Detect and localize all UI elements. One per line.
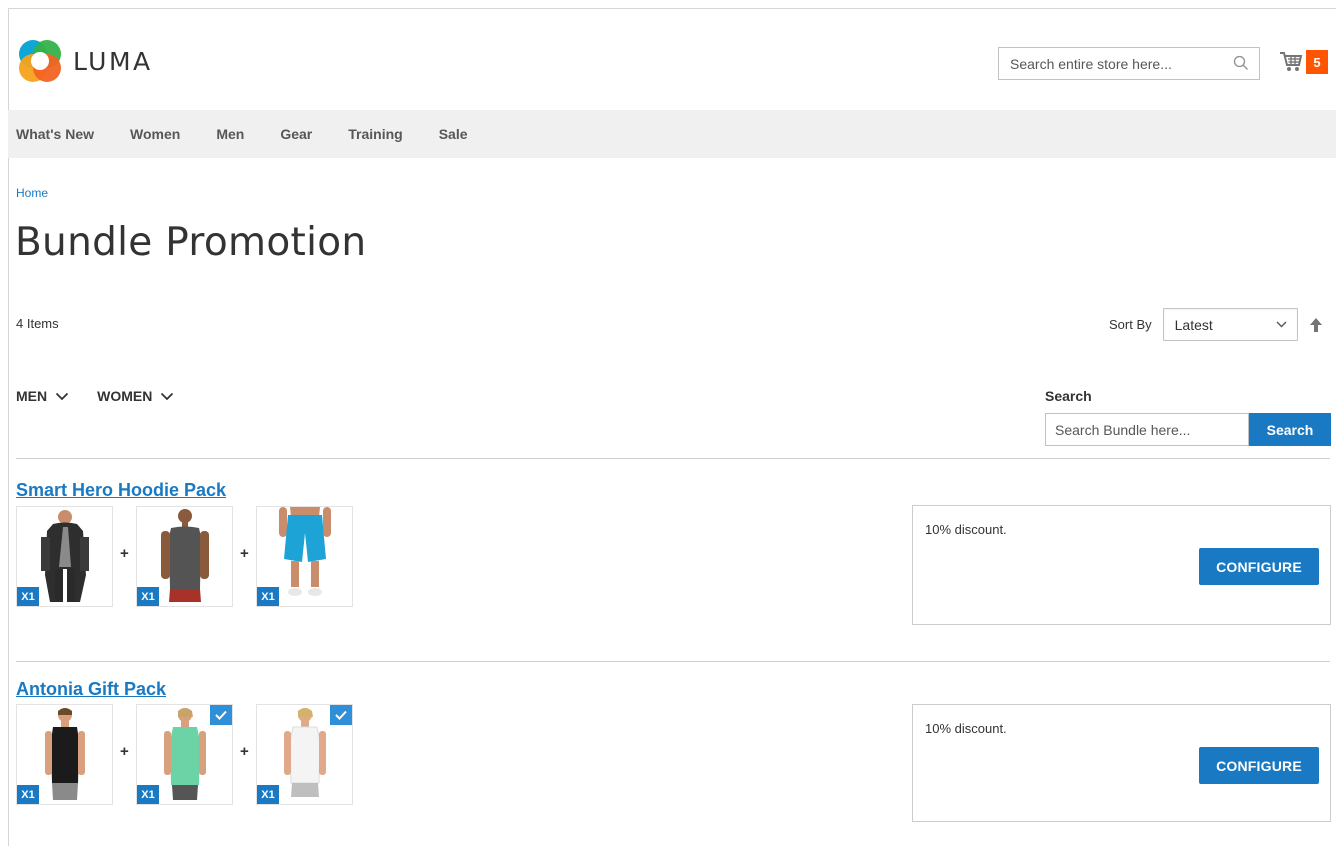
search-icon[interactable] [1233, 55, 1249, 71]
sort-direction-arrow-icon[interactable] [1309, 317, 1323, 333]
nav-item-gear[interactable]: Gear [280, 126, 312, 142]
configure-button[interactable]: CONFIGURE [1199, 548, 1319, 585]
bundle-promo-box: 10% discount. CONFIGURE [912, 505, 1331, 625]
quantity-badge: X1 [257, 587, 279, 606]
nav-item-sale[interactable]: Sale [439, 126, 468, 142]
breadcrumb-home[interactable]: Home [16, 186, 48, 200]
divider [16, 661, 1330, 662]
bundle-product-image[interactable]: X1 [16, 704, 113, 805]
checkmark-icon [335, 710, 347, 720]
chevron-down-icon [161, 392, 174, 400]
quantity-badge: X1 [17, 785, 39, 804]
store-logo[interactable]: LUMA [16, 37, 153, 85]
bundle-product-image[interactable]: X1 [16, 506, 113, 607]
selected-check-badge[interactable] [210, 705, 232, 725]
checkmark-icon [215, 710, 227, 720]
chevron-down-icon [55, 392, 69, 400]
bundle-title-link[interactable]: Antonia Gift Pack [16, 679, 166, 700]
minicart[interactable]: 5 [1279, 50, 1328, 74]
nav-item-training[interactable]: Training [348, 126, 402, 142]
bundle-product-image[interactable]: X1 [256, 704, 353, 805]
sort-selected-value: Latest [1174, 316, 1213, 333]
promo-text: 10% discount. [925, 721, 1007, 736]
nav-item-whats-new[interactable]: What's New [16, 126, 94, 142]
main-navigation: What's New Women Men Gear Training Sale [8, 110, 1336, 158]
quantity-badge: X1 [137, 587, 159, 606]
store-search [998, 47, 1260, 80]
bundle-product-image[interactable]: X1 [136, 506, 233, 607]
plus-icon: + [120, 545, 129, 562]
brand-name: LUMA [73, 46, 153, 76]
quantity-badge: X1 [257, 785, 279, 804]
configure-button[interactable]: CONFIGURE [1199, 747, 1319, 784]
plus-icon: + [240, 545, 249, 562]
nav-item-men[interactable]: Men [216, 126, 244, 142]
store-search-input[interactable] [1010, 55, 1220, 72]
quantity-badge: X1 [137, 785, 159, 804]
nav-item-women[interactable]: Women [130, 126, 180, 142]
plus-icon: + [120, 743, 129, 760]
filter-men[interactable]: MEN [16, 388, 69, 404]
filter-bar: MEN WOMEN [16, 388, 202, 404]
bundle-search-button[interactable]: Search [1249, 413, 1331, 446]
bundle-search: Search Search [1045, 388, 1331, 446]
items-count: 4 Items [16, 316, 59, 331]
bundle-product-image[interactable]: X1 [136, 704, 233, 805]
bundle-title-link[interactable]: Smart Hero Hoodie Pack [16, 480, 226, 501]
chevron-down-icon [1276, 321, 1287, 328]
filter-women[interactable]: WOMEN [97, 388, 174, 404]
filter-men-label: MEN [16, 388, 48, 404]
promo-text: 10% discount. [925, 522, 1007, 537]
quantity-badge: X1 [17, 587, 39, 606]
cart-icon [1280, 52, 1303, 71]
filter-women-label: WOMEN [97, 388, 153, 404]
plus-icon: + [240, 743, 249, 760]
selected-check-badge[interactable] [330, 705, 352, 725]
cart-count-badge: 5 [1306, 50, 1328, 74]
divider [16, 458, 1330, 459]
page-title: Bundle Promotion [15, 220, 367, 265]
sort-by-label: Sort By [1109, 317, 1152, 332]
sorter: Sort By Latest [1109, 308, 1323, 341]
luma-logo-icon [19, 40, 61, 82]
sort-select[interactable]: Latest [1162, 308, 1298, 341]
bundle-promo-box: 10% discount. CONFIGURE [912, 704, 1331, 822]
bundle-search-title: Search [1045, 388, 1092, 404]
bundle-product-image[interactable]: X1 [256, 506, 353, 607]
bundle-search-input[interactable] [1045, 413, 1249, 446]
bundle-search-row: Search [1045, 413, 1331, 446]
